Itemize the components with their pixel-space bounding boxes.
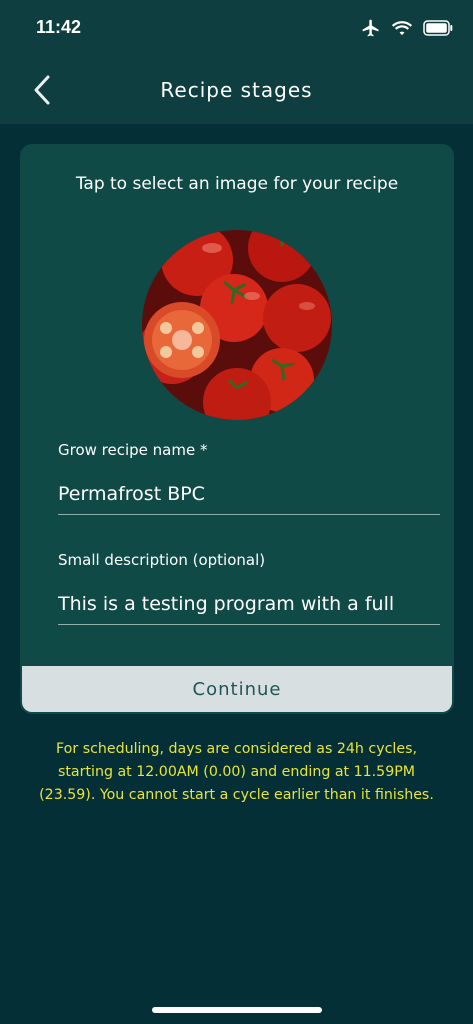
status-icons [361,18,453,38]
wifi-icon [391,21,413,36]
battery-icon [423,20,453,36]
page-title: Recipe stages [160,78,313,102]
image-select-hint: Tap to select an image for your recipe [75,174,399,194]
description-label: Small description (optional) [58,551,266,569]
scheduling-notice: For scheduling, days are considered as 2… [39,741,434,803]
home-indicator[interactable] [152,1007,322,1013]
recipe-name-input[interactable] [58,474,440,515]
recipe-image-picker[interactable] [142,230,332,420]
status-time: 11:42 [36,17,82,37]
recipe-name-label: Grow recipe name * [58,441,208,459]
airplane-icon [362,19,379,37]
continue-button[interactable]: Continue [22,666,452,712]
status-bar: 11:42 [0,0,473,60]
navigation-bar: Recipe stages [0,60,473,124]
description-input[interactable] [58,584,440,625]
tomatoes-image [142,230,332,420]
recipe-form-card: Tap to select an image for your recipe G… [20,144,454,714]
